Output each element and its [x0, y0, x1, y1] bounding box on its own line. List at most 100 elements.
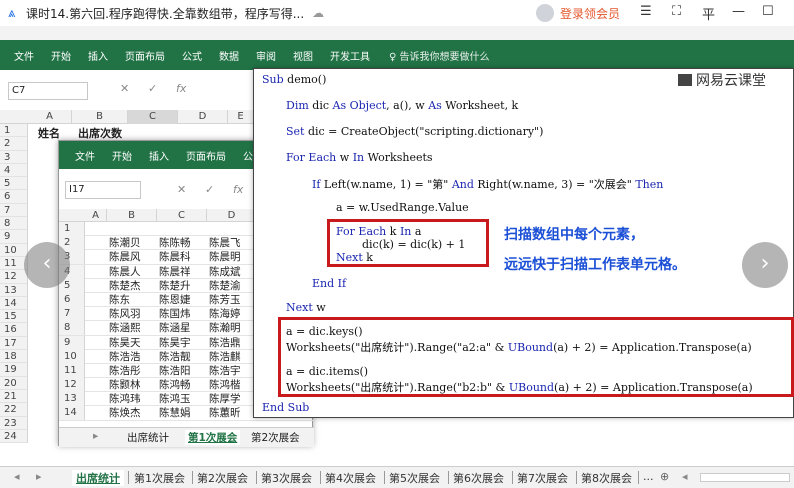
cell[interactable]: 陈涵星 [159, 321, 191, 335]
cell[interactable]: 陈焕杰 [109, 406, 141, 420]
cell[interactable]: 陈鸿玉 [159, 392, 191, 406]
cell[interactable]: 陈浩浩 [109, 350, 141, 364]
ribbon-tab[interactable]: 视图 [293, 48, 313, 63]
cancel-icon[interactable]: ✕ [120, 82, 129, 95]
function-icon[interactable]: fx [233, 183, 243, 196]
cell[interactable]: 陈鸿楷 [209, 378, 241, 392]
cell[interactable]: 陈厚学 [209, 392, 241, 406]
cell[interactable]: 陈芳玉 [209, 293, 241, 307]
ribbon-tab[interactable]: 开始 [112, 148, 132, 163]
function-icon[interactable]: fx [176, 82, 186, 95]
sheet-tab[interactable]: 第8次展会 [581, 470, 632, 486]
ribbon-tab[interactable]: 公式 [182, 48, 202, 63]
cell[interactable]: 陈晨科 [159, 250, 191, 264]
ribbon-tab[interactable]: 文件 [75, 148, 95, 163]
row-header[interactable]: 9 [0, 230, 27, 244]
row-header[interactable]: 17 [0, 337, 27, 351]
column-header[interactable]: B [107, 209, 157, 222]
row-header[interactable]: 11 [0, 257, 27, 271]
list-icon[interactable]: ☰ [640, 4, 652, 19]
cell[interactable]: 陈陈畅 [159, 236, 191, 250]
row-header[interactable]: 12 [59, 378, 85, 393]
column-header[interactable]: C [128, 110, 178, 124]
row-header[interactable]: 6 [0, 190, 27, 204]
row-header[interactable]: 13 [59, 392, 85, 407]
column-header[interactable]: D [178, 110, 228, 124]
cell[interactable]: 陈瀚明 [209, 321, 241, 335]
cell[interactable]: 陈潮贝 [109, 236, 141, 250]
row-header[interactable]: 22 [0, 403, 27, 417]
ribbon-tab[interactable]: 审阅 [256, 48, 276, 63]
column-header[interactable]: E [228, 110, 254, 124]
ribbon-tab[interactable]: 页面布局 [186, 148, 226, 163]
row-header[interactable]: 10 [0, 244, 27, 257]
row-header[interactable]: 4 [0, 164, 27, 178]
cell[interactable]: 陈蕙昕 [209, 406, 241, 420]
cell[interactable]: 陈浩麒 [209, 350, 241, 364]
cell[interactable]: 陈晨明 [209, 250, 241, 264]
cell[interactable]: 陈成斌 [209, 265, 241, 279]
scroll-right-icon[interactable]: ▸ [93, 430, 98, 442]
cell[interactable]: 陈晨风 [109, 250, 141, 264]
sheet-tab-active[interactable]: 出席统计 [72, 470, 124, 486]
column-header[interactable]: B [72, 110, 128, 124]
row-header[interactable]: 20 [0, 377, 27, 390]
row-header[interactable]: 19 [0, 363, 27, 377]
row-header[interactable]: 8 [0, 217, 27, 231]
horizontal-scrollbar[interactable] [700, 473, 790, 482]
hscroll-left-icon[interactable]: ◂ [682, 470, 688, 483]
row-header[interactable]: 6 [59, 292, 85, 307]
cell[interactable]: 陈国炜 [159, 307, 191, 321]
minimize-button[interactable]: — [732, 4, 745, 19]
next-arrow-button[interactable]: › [742, 242, 788, 288]
more-sheets[interactable]: ... [643, 470, 654, 483]
column-header[interactable]: A [85, 209, 107, 222]
sheet-tab[interactable]: 第5次展会 [389, 470, 440, 486]
cell[interactable]: 陈浩靓 [159, 350, 191, 364]
cancel-icon[interactable]: ✕ [177, 183, 186, 196]
row-header[interactable]: 12 [0, 270, 27, 284]
cell[interactable]: 陈浩鼎 [209, 336, 241, 350]
row-header[interactable]: 24 [0, 430, 27, 444]
cell[interactable]: 陈海婷 [209, 307, 241, 321]
row-header[interactable]: 3 [0, 151, 27, 164]
column-header[interactable]: D [207, 209, 257, 222]
row-header[interactable]: 5 [0, 177, 27, 191]
sheet-tab[interactable]: 第2次展会 [197, 470, 248, 486]
cloud-upload-icon[interactable]: ☁ [312, 6, 324, 20]
confirm-icon[interactable]: ✓ [205, 183, 214, 196]
ribbon-tab[interactable]: 插入 [149, 148, 169, 163]
cell[interactable]: 陈东 [109, 293, 130, 307]
inner-name-box[interactable]: I17 [65, 181, 141, 199]
cell[interactable]: 陈昊天 [109, 336, 141, 350]
sheet-tab[interactable]: 第7次展会 [517, 470, 568, 486]
row-header[interactable]: 13 [0, 284, 27, 297]
sheet-tab[interactable]: 第6次展会 [453, 470, 504, 486]
row-header[interactable]: 8 [59, 321, 85, 336]
cell[interactable]: 陈颢林 [109, 378, 141, 392]
row-header[interactable]: 16 [0, 323, 27, 337]
ribbon-tab[interactable]: 页面布局 [125, 48, 165, 63]
cell[interactable]: 陈风羽 [109, 307, 141, 321]
cell[interactable]: 陈涵熙 [109, 321, 141, 335]
cell[interactable]: 陈浩彤 [109, 364, 141, 378]
column-header[interactable]: A [28, 110, 72, 124]
sheet-tab-active[interactable]: 第1次展会 [185, 430, 241, 445]
row-header[interactable]: 1 [0, 124, 27, 138]
ribbon-tab[interactable]: 数据 [219, 48, 239, 63]
sheet-tab[interactable]: 第4次展会 [325, 470, 376, 486]
cell[interactable]: 陈晨祥 [159, 265, 191, 279]
scroll-right-icon[interactable]: ▸ [36, 470, 42, 483]
prev-arrow-button[interactable]: ‹ [24, 242, 70, 288]
row-header[interactable]: 15 [0, 310, 27, 324]
row-header[interactable]: 9 [59, 335, 85, 350]
pin-icon[interactable]: 平 [702, 4, 715, 23]
row-header[interactable]: 10 [59, 349, 85, 364]
sheet-tab[interactable]: 第2次展会 [251, 430, 300, 445]
cell[interactable]: 陈浩阳 [159, 364, 191, 378]
cell[interactable]: 陈楚杰 [109, 279, 141, 293]
row-header[interactable]: 7 [59, 307, 85, 322]
cell[interactable]: 陈晨飞 [209, 236, 241, 250]
row-header[interactable]: 14 [59, 406, 85, 421]
maximize-button[interactable]: ☐ [762, 4, 774, 19]
